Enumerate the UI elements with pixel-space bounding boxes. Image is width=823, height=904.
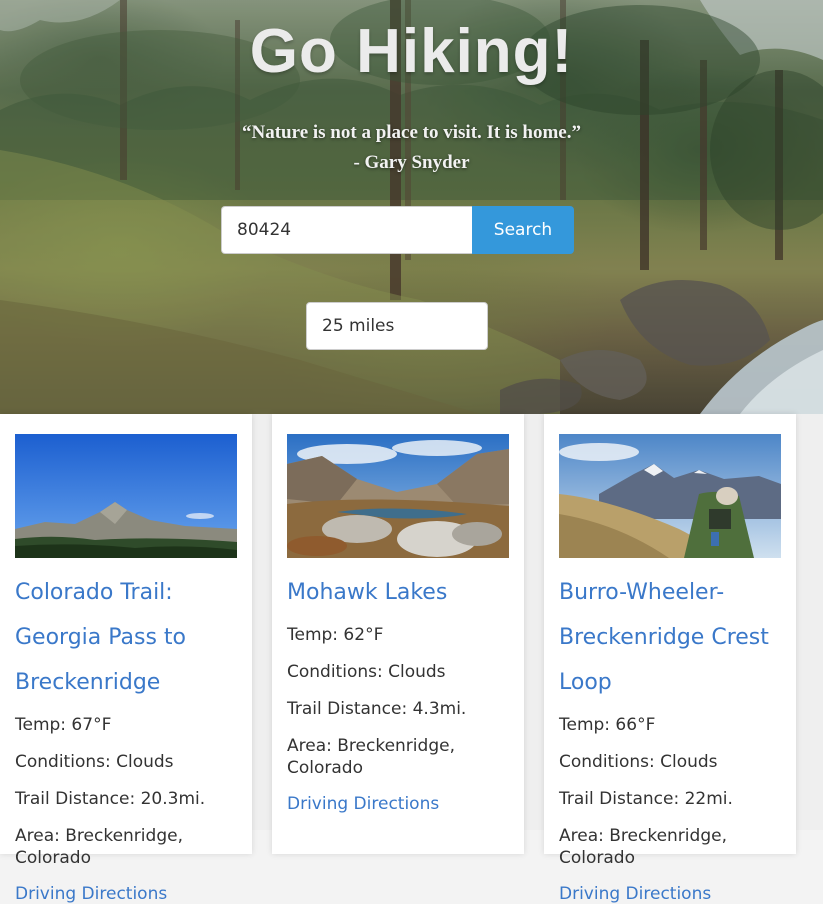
driving-directions-link[interactable]: Driving Directions [287, 794, 512, 814]
trail-name-link[interactable]: Colorado Trail: Georgia Pass to Breckenr… [15, 570, 240, 705]
trail-area: Area: Breckenridge, Colorado [15, 826, 183, 868]
trail-card-body: Burro-Wheeler-Breckenridge Crest Loop Te… [559, 570, 784, 904]
trail-name-link[interactable]: Burro-Wheeler-Breckenridge Crest Loop [559, 570, 784, 705]
trail-conditions: Conditions: Clouds [559, 752, 718, 772]
trail-area: Area: Breckenridge, Colorado [559, 826, 727, 868]
trail-card: Mohawk Lakes Temp: 62°F Conditions: Clou… [272, 414, 524, 854]
hero-banner: Go Hiking! “Nature is not a place to vis… [0, 0, 823, 414]
page-title: Go Hiking! [249, 17, 574, 86]
trail-distance: Trail Distance: 20.3mi. [15, 789, 206, 809]
trail-distance: Trail Distance: 22mi. [559, 789, 733, 809]
trail-temp: Temp: 67°F [15, 715, 112, 735]
trail-temp: Temp: 66°F [559, 715, 656, 735]
trail-temp: Temp: 62°F [287, 625, 384, 645]
radius-select-value: 25 miles [322, 316, 395, 336]
trail-distance: Trail Distance: 4.3mi. [287, 699, 467, 719]
zip-search-input[interactable] [221, 206, 472, 254]
search-button[interactable]: Search [472, 206, 574, 254]
trail-conditions: Conditions: Clouds [15, 752, 174, 772]
hero-quote: “Nature is not a place to visit. It is h… [242, 122, 581, 143]
trail-card: Burro-Wheeler-Breckenridge Crest Loop Te… [544, 414, 796, 904]
trail-photo [15, 434, 237, 558]
trail-photo [559, 434, 781, 558]
hero-quote-block: “Nature is not a place to visit. It is h… [0, 118, 823, 178]
trail-results: Colorado Trail: Georgia Pass to Breckenr… [0, 414, 823, 904]
hero-quote-author: - Gary Snyder [353, 152, 470, 173]
trail-card-body: Colorado Trail: Georgia Pass to Breckenr… [15, 570, 240, 904]
trail-area: Area: Breckenridge, Colorado [287, 736, 455, 778]
trail-name-link[interactable]: Mohawk Lakes [287, 570, 512, 615]
trail-card-body: Mohawk Lakes Temp: 62°F Conditions: Clou… [287, 570, 512, 814]
trail-card: Colorado Trail: Georgia Pass to Breckenr… [0, 414, 252, 904]
driving-directions-link[interactable]: Driving Directions [15, 884, 240, 904]
driving-directions-link[interactable]: Driving Directions [559, 884, 784, 904]
trail-conditions: Conditions: Clouds [287, 662, 446, 682]
radius-select[interactable]: 25 miles [306, 302, 488, 350]
trail-photo [287, 434, 509, 558]
